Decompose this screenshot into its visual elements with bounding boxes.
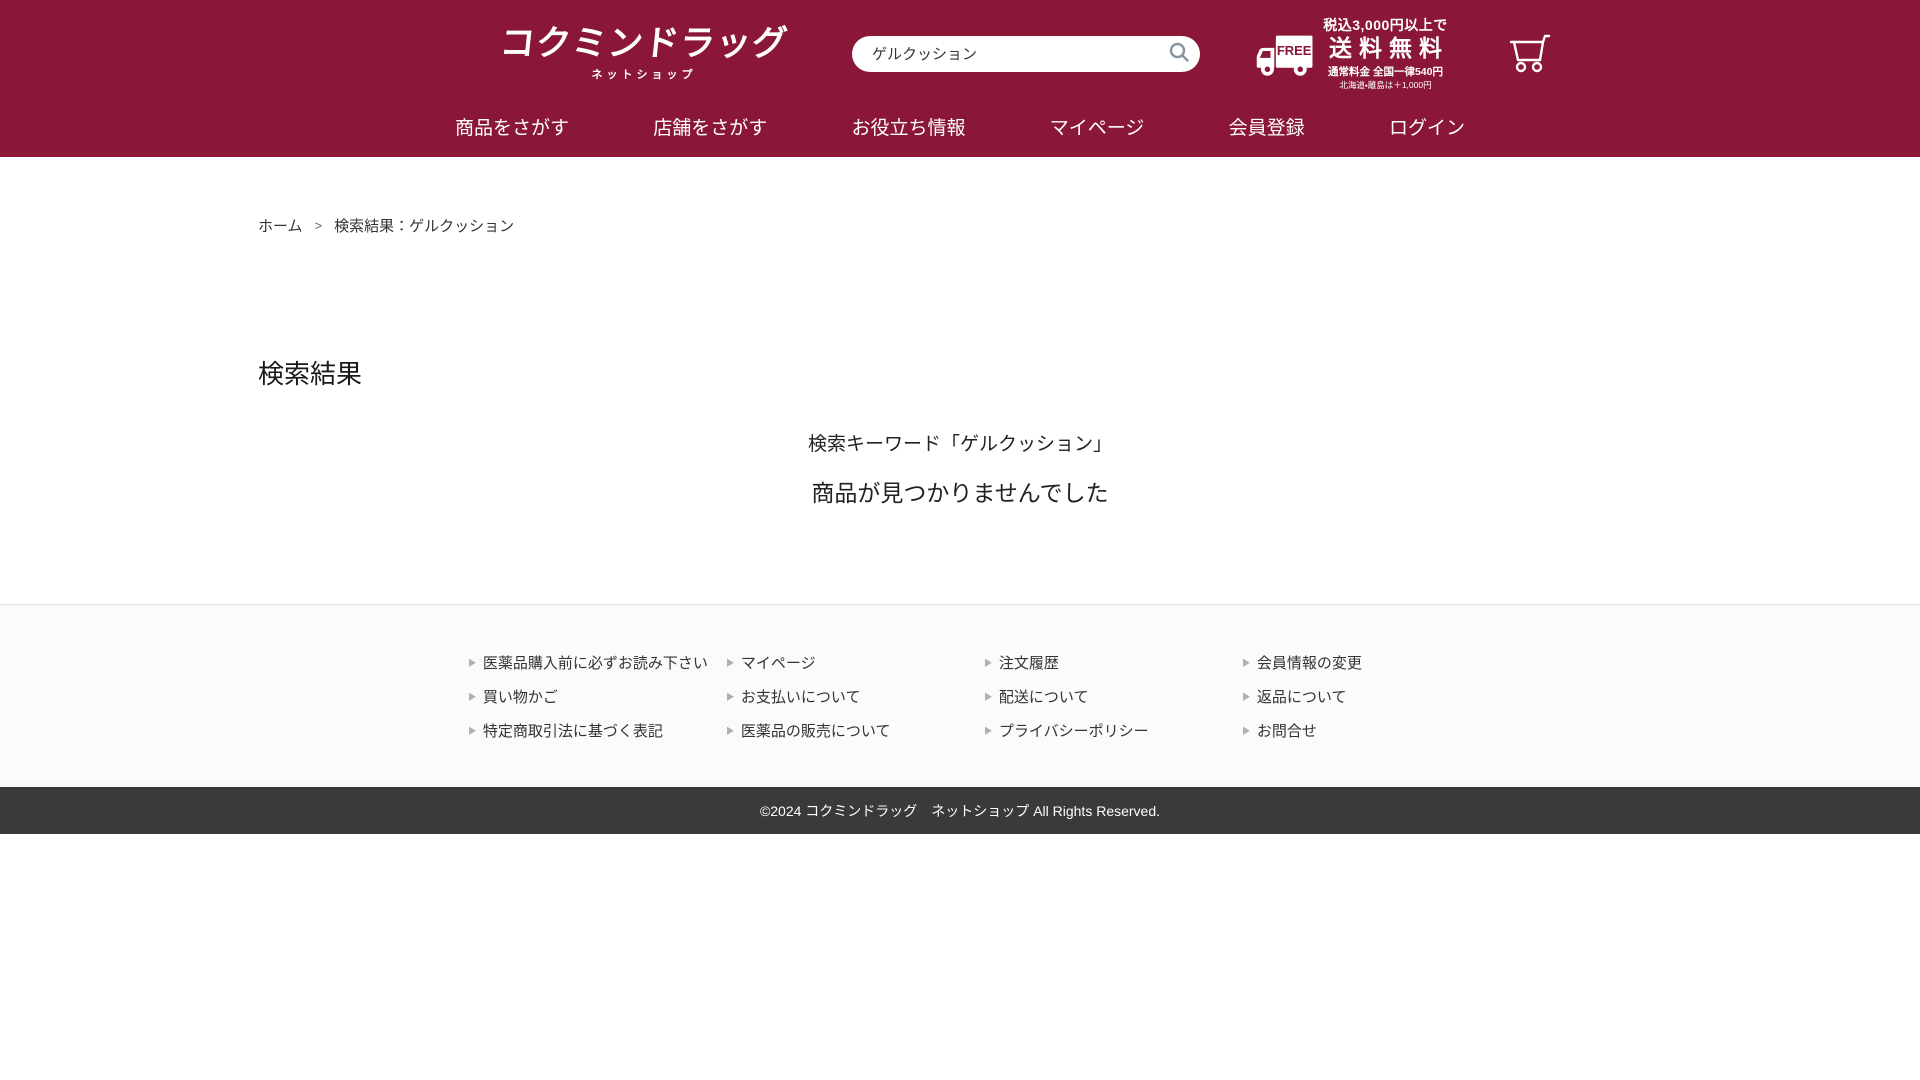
breadcrumb-current: 検索結果：ゲルクッション: [334, 215, 514, 236]
triangle-bullet-icon: ▶: [469, 655, 476, 668]
footer-link-payment[interactable]: ▶お支払いについて: [727, 686, 985, 707]
triangle-bullet-icon: ▶: [1243, 723, 1250, 736]
footer-link-returns[interactable]: ▶返品について: [1243, 686, 1501, 707]
delivery-truck-icon: FREE: [1256, 31, 1314, 77]
footer-link-privacy-policy[interactable]: ▶プライバシーポリシー: [985, 720, 1243, 741]
triangle-bullet-icon: ▶: [985, 689, 992, 702]
footer-link-mypage[interactable]: ▶マイページ: [727, 652, 985, 673]
cart-icon: [1507, 33, 1551, 75]
search-input[interactable]: [852, 36, 1200, 72]
breadcrumb-separator: >: [315, 218, 323, 233]
main-navigation: 商品をさがす 店舗をさがす お役立ち情報 マイページ 会員登録 ログイン: [455, 101, 1465, 151]
shipping-remote-fee-text: 北海道・離島は＋1,000円: [1322, 81, 1449, 90]
cart-button[interactable]: [1507, 33, 1551, 75]
brand-logo[interactable]: コクミンドラッグ ネットショップ: [500, 26, 788, 82]
footer-link-delivery[interactable]: ▶配送について: [985, 686, 1243, 707]
site-footer: ▶医薬品購入前に必ずお読み下さい ▶買い物かご ▶特定商取引法に基づく表記 ▶マ…: [0, 604, 1920, 834]
footer-link-contact[interactable]: ▶お問合せ: [1243, 720, 1501, 741]
triangle-bullet-icon: ▶: [1243, 655, 1250, 668]
footer-link-order-history[interactable]: ▶注文履歴: [985, 652, 1243, 673]
triangle-bullet-icon: ▶: [985, 723, 992, 736]
nav-item-product-search[interactable]: 商品をさがす: [455, 113, 569, 140]
shipping-threshold-text: 税込3,000円以上で: [1322, 18, 1449, 32]
nav-item-store-search[interactable]: 店舗をさがす: [653, 113, 767, 140]
nav-item-mypage[interactable]: マイページ: [1050, 113, 1145, 140]
search-box: [852, 36, 1200, 72]
site-header: コクミンドラッグ ネットショップ: [0, 0, 1920, 157]
page-title: 検索結果: [258, 354, 1662, 391]
copyright-bar: ©2024 コクミンドラッグ ネットショップ All Rights Reserv…: [0, 787, 1920, 834]
brand-logo-text: コクミンドラッグ: [498, 26, 790, 61]
footer-link-drug-notice[interactable]: ▶医薬品購入前に必ずお読み下さい: [469, 652, 727, 673]
nav-item-useful-info[interactable]: お役立ち情報: [852, 113, 966, 140]
triangle-bullet-icon: ▶: [1243, 689, 1250, 702]
footer-link-commerce-law[interactable]: ▶特定商取引法に基づく表記: [469, 720, 727, 741]
search-icon: [1168, 41, 1190, 66]
search-keyword-text: 検索キーワード「ゲルクッション」: [0, 429, 1920, 456]
brand-logo-subtext: ネットショップ: [500, 66, 788, 82]
copyright-text: ©2024 コクミンドラッグ ネットショップ All Rights Reserv…: [760, 801, 1160, 821]
footer-link-area: ▶医薬品購入前に必ずお読み下さい ▶買い物かご ▶特定商取引法に基づく表記 ▶マ…: [0, 604, 1920, 787]
no-results-text: 商品が見つかりませんでした: [0, 474, 1920, 508]
breadcrumb-home-link[interactable]: ホーム: [258, 215, 303, 236]
triangle-bullet-icon: ▶: [727, 655, 734, 668]
free-shipping-text: 送料無料: [1322, 37, 1449, 60]
free-shipping-banner: FREE 税込3,000円以上で 送料無料 通常料金 全国一律540円 北海道・…: [1256, 18, 1449, 90]
breadcrumb: ホーム > 検索結果：ゲルクッション: [258, 157, 1662, 236]
triangle-bullet-icon: ▶: [985, 655, 992, 668]
triangle-bullet-icon: ▶: [727, 689, 734, 702]
footer-link-member-info[interactable]: ▶会員情報の変更: [1243, 652, 1501, 673]
search-button[interactable]: [1164, 39, 1194, 69]
triangle-bullet-icon: ▶: [469, 723, 476, 736]
main-content: ホーム > 検索結果：ゲルクッション 検索結果 検索キーワード「ゲルクッション」…: [0, 157, 1920, 604]
triangle-bullet-icon: ▶: [727, 723, 734, 736]
footer-link-cart[interactable]: ▶買い物かご: [469, 686, 727, 707]
footer-link-drug-sales[interactable]: ▶医薬品の販売について: [727, 720, 985, 741]
nav-item-login[interactable]: ログイン: [1389, 113, 1465, 140]
triangle-bullet-icon: ▶: [469, 689, 476, 702]
svg-text:FREE: FREE: [1277, 42, 1312, 57]
nav-item-register[interactable]: 会員登録: [1229, 113, 1305, 140]
shipping-fee-text: 通常料金 全国一律540円: [1322, 67, 1449, 78]
